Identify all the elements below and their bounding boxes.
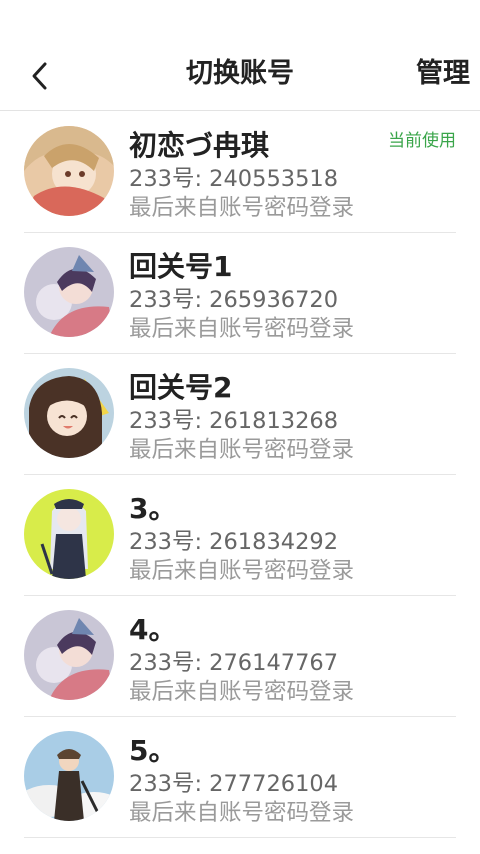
current-account-badge: 当前使用 bbox=[388, 131, 456, 151]
login-method: 最后来自账号密码登录 bbox=[129, 558, 355, 584]
login-method: 最后来自账号密码登录 bbox=[129, 195, 355, 221]
account-id: 233号: 276147767 bbox=[129, 650, 339, 676]
account-name: 回关号1 bbox=[129, 250, 233, 283]
account-row[interactable]: 初恋づ冉琪 233号: 240553518 最后来自账号密码登录 当前使用 bbox=[24, 112, 456, 233]
avatar bbox=[24, 610, 114, 700]
avatar bbox=[24, 731, 114, 821]
account-id: 233号: 261834292 bbox=[129, 529, 339, 555]
chevron-left-icon bbox=[32, 62, 47, 90]
account-row[interactable]: 4。 233号: 276147767 最后来自账号密码登录 bbox=[24, 596, 456, 717]
status-bar bbox=[0, 0, 480, 40]
account-name: 4。 bbox=[129, 613, 177, 646]
account-row[interactable]: 5。 233号: 277726104 最后来自账号密码登录 bbox=[24, 717, 456, 838]
back-button[interactable] bbox=[22, 58, 58, 94]
account-row[interactable]: 回关号2 233号: 261813268 最后来自账号密码登录 bbox=[24, 354, 456, 475]
account-id: 233号: 277726104 bbox=[129, 771, 339, 797]
avatar bbox=[24, 126, 114, 216]
page-title: 切换账号 bbox=[186, 58, 294, 89]
account-name: 5。 bbox=[129, 734, 177, 767]
manage-button[interactable]: 管理 bbox=[416, 40, 470, 111]
avatar bbox=[24, 489, 114, 579]
account-name: 初恋づ冉琪 bbox=[129, 129, 270, 162]
login-method: 最后来自账号密码登录 bbox=[129, 800, 355, 826]
login-method: 最后来自账号密码登录 bbox=[129, 679, 355, 705]
avatar bbox=[24, 368, 114, 458]
login-method: 最后来自账号密码登录 bbox=[129, 316, 355, 342]
account-id: 233号: 240553518 bbox=[129, 166, 339, 192]
login-method: 最后来自账号密码登录 bbox=[129, 437, 355, 463]
account-id: 233号: 261813268 bbox=[129, 408, 339, 434]
account-name: 3。 bbox=[129, 492, 177, 525]
account-list: 初恋づ冉琪 233号: 240553518 最后来自账号密码登录 当前使用 回关… bbox=[0, 112, 480, 838]
account-row[interactable]: 回关号1 233号: 265936720 最后来自账号密码登录 bbox=[24, 233, 456, 354]
account-name: 回关号2 bbox=[129, 371, 233, 404]
avatar bbox=[24, 247, 114, 337]
top-bar: 切换账号 管理 bbox=[0, 40, 480, 111]
account-row[interactable]: 3。 233号: 261834292 最后来自账号密码登录 bbox=[24, 475, 456, 596]
account-id: 233号: 265936720 bbox=[129, 287, 339, 313]
